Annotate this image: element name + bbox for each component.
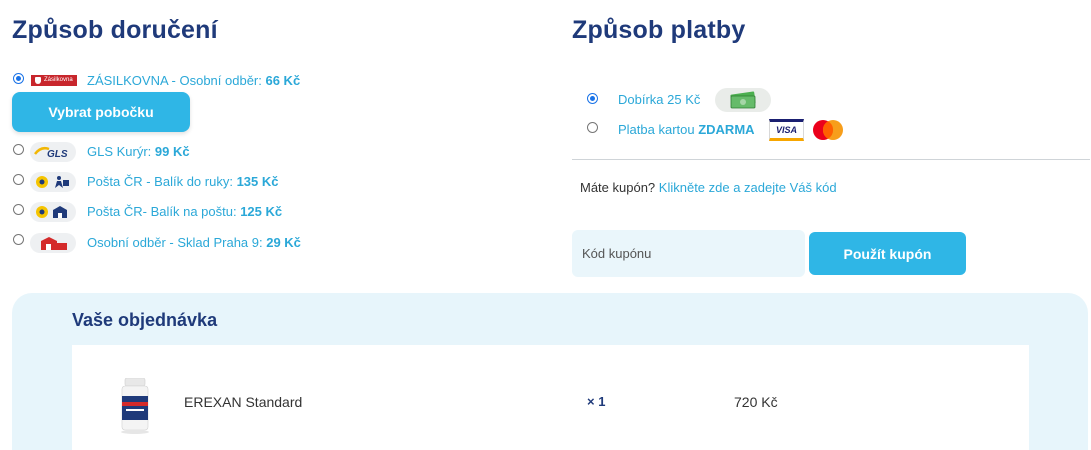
delivery-radio-posta-courier[interactable] xyxy=(13,174,24,185)
delivery-option-zasilkovna[interactable]: ZÁSILKOVNA - Osobní odběr: 66 Kč xyxy=(87,73,300,88)
product-price: 720 Kč xyxy=(734,394,778,410)
delivery-radio-posta-office[interactable] xyxy=(13,204,24,215)
mastercard-logo xyxy=(810,119,846,141)
apply-coupon-button[interactable]: Použít kupón xyxy=(809,232,966,275)
posta-office-logo xyxy=(30,202,76,222)
delivery-option-label: ZÁSILKOVNA - Osobní odběr: xyxy=(87,73,266,88)
order-title: Vaše objednávka xyxy=(72,310,218,330)
gls-logo: GLS xyxy=(30,142,76,162)
delivery-option-posta-office[interactable]: Pošta ČR- Balík na poštu: 125 Kč xyxy=(87,204,282,219)
delivery-radio-zasilkovna[interactable] xyxy=(13,73,24,84)
payment-option-free: ZDARMA xyxy=(698,122,755,137)
delivery-option-price: 66 Kč xyxy=(265,73,301,88)
payment-heading: Způsob platby xyxy=(572,16,746,44)
coupon-input[interactable] xyxy=(572,230,805,277)
cash-icon xyxy=(715,88,771,112)
svg-text:GLS: GLS xyxy=(47,149,68,159)
product-name: EREXAN Standard xyxy=(184,394,303,410)
payment-option-card[interactable]: Platba kartou ZDARMA xyxy=(618,122,755,137)
payment-radio-cod[interactable] xyxy=(587,93,598,104)
delivery-option-label: GLS Kurýr: xyxy=(87,144,155,159)
payment-option-cod[interactable]: Dobírka 25 Kč xyxy=(618,92,700,107)
delivery-option-price: 135 Kč xyxy=(236,174,279,189)
delivery-radio-warehouse[interactable] xyxy=(13,234,24,245)
coupon-link[interactable]: Klikněte zde a zadejte Váš kód xyxy=(659,180,837,195)
delivery-heading: Způsob doručení xyxy=(12,16,218,44)
delivery-option-warehouse[interactable]: Osobní odběr - Sklad Praha 9: 29 Kč xyxy=(87,235,301,250)
visa-text: VISA xyxy=(775,125,797,135)
product-quantity: × 1 xyxy=(587,394,606,409)
delivery-option-gls[interactable]: GLS Kurýr: 99 Kč xyxy=(87,144,190,159)
delivery-option-price: 99 Kč xyxy=(154,144,190,159)
delivery-option-label: Pošta ČR- Balík na poštu: xyxy=(87,204,241,219)
erexan-bottle-image xyxy=(118,377,152,434)
coupon-question: Máte kupón? xyxy=(580,180,659,195)
posta-courier-logo xyxy=(30,172,76,192)
coupon-prompt: Máte kupón? Klikněte zde a zadejte Váš k… xyxy=(580,180,837,195)
visa-logo: VISA xyxy=(769,119,804,141)
select-branch-button[interactable]: Vybrat pobočku xyxy=(12,92,190,132)
delivery-radio-gls[interactable] xyxy=(13,144,24,155)
delivery-option-label: Pošta ČR - Balík do ruky: xyxy=(87,174,237,189)
delivery-option-posta-courier[interactable]: Pošta ČR - Balík do ruky: 135 Kč xyxy=(87,174,278,189)
delivery-option-label: Osobní odběr - Sklad Praha 9: xyxy=(87,235,267,250)
zasilkovna-logo: Zásilkovna xyxy=(30,72,78,88)
payment-divider xyxy=(572,159,1090,160)
delivery-option-price: 125 Kč xyxy=(240,204,283,219)
warehouse-logo xyxy=(30,233,76,253)
payment-radio-card[interactable] xyxy=(587,122,598,133)
delivery-option-price: 29 Kč xyxy=(266,235,301,250)
payment-option-label: Platba kartou xyxy=(618,122,699,137)
